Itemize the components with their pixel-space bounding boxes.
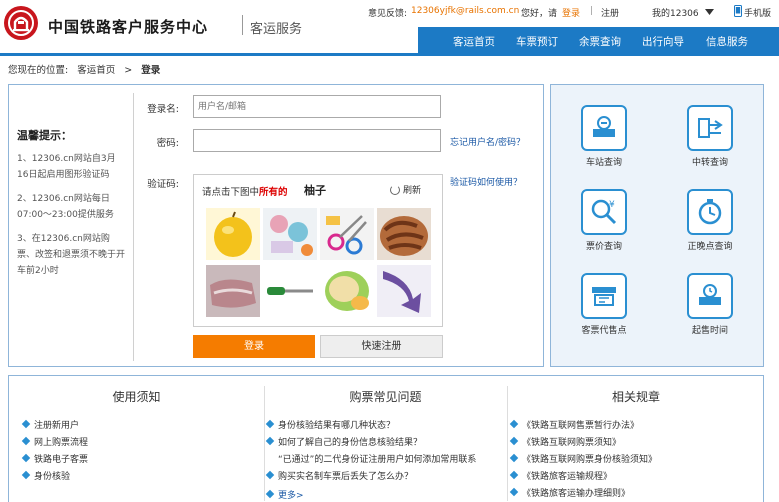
- breadcrumb-arrow: >: [124, 65, 133, 76]
- password-input[interactable]: [193, 129, 441, 152]
- station-icon: [581, 105, 627, 151]
- railway-logo-icon[interactable]: [4, 6, 38, 40]
- captcha-label: 验证码:: [147, 179, 179, 190]
- craft-items-image[interactable]: [263, 208, 317, 260]
- nav-item-travel-guide[interactable]: 出行向导: [642, 34, 684, 49]
- captcha-prompt-text: 请点击下图中: [202, 187, 260, 198]
- mobile-icon[interactable]: [734, 5, 742, 20]
- password-label: 密码:: [156, 138, 179, 149]
- shrimp-dish-image[interactable]: [377, 208, 431, 260]
- faq-item[interactable]: “已通过”的二代身份证注册用户如何添加常用联系: [278, 452, 476, 465]
- quick-register-button[interactable]: 快速注册: [320, 335, 443, 358]
- mobile-version-link[interactable]: 手机版: [744, 6, 771, 19]
- tip-item-3: 3、在12306.cn网站购票、改签和退票须不晚于开车前2小时: [17, 234, 126, 276]
- breadcrumb: 您现在的位置: 客运首页 > 登录: [8, 62, 160, 76]
- service-ticket-agent[interactable]: 客票代售点: [564, 273, 644, 345]
- link-purchase-flow[interactable]: 网上购票流程: [23, 435, 88, 448]
- sale-time-icon: [687, 273, 733, 319]
- services-panel: 车站查询 中转查询 ¥ 票价查询 正晚点查询 客票代售点 起售时间: [550, 84, 764, 367]
- transfer-icon: [687, 105, 733, 151]
- register-link[interactable]: 注册: [601, 6, 619, 19]
- regulation-item[interactable]: 《铁路互联网售票暂行办法》: [511, 418, 639, 431]
- nav-item-home[interactable]: 客运首页: [453, 34, 495, 49]
- service-label: 中转查询: [691, 158, 728, 168]
- svg-text:¥: ¥: [609, 200, 615, 210]
- login-button[interactable]: 登录: [193, 335, 315, 358]
- header: 中国铁路客户服务中心 客运服务 意见反馈: 12306yjfk@rails.co…: [0, 0, 779, 55]
- service-label: 客票代售点: [581, 326, 627, 336]
- captcha-prompt: 请点击下图中所有的: [202, 184, 288, 198]
- service-fare-query[interactable]: ¥ 票价查询: [564, 189, 644, 261]
- tip-item-1: 1、12306.cn网站自3月16日起启用图形验证码: [17, 154, 116, 180]
- clock-icon: [687, 189, 733, 235]
- nav-item-remaining-tickets[interactable]: 余票查询: [579, 34, 621, 49]
- username-input[interactable]: [193, 95, 441, 118]
- tips-title: 温馨提示：: [17, 129, 72, 142]
- captcha-prompt-emphasis: 所有的: [259, 187, 288, 198]
- link-register-new-user[interactable]: 注册新用户: [23, 418, 79, 431]
- service-label: 正晚点查询: [687, 242, 733, 252]
- service-transfer-query[interactable]: 中转查询: [670, 105, 750, 177]
- meat-image[interactable]: [206, 265, 260, 317]
- breadcrumb-home-link[interactable]: 客运首页: [77, 65, 115, 76]
- pomelo-cut-image[interactable]: [320, 265, 374, 317]
- login-panel: 温馨提示： 1、12306.cn网站自3月16日起启用图形验证码 2、12306…: [8, 84, 544, 367]
- regulation-item[interactable]: 《铁路旅客运输办理细则》: [511, 486, 630, 499]
- captcha-refresh-button[interactable]: 刷新: [390, 183, 421, 196]
- arrow-image[interactable]: [377, 265, 431, 317]
- chevron-down-icon[interactable]: [705, 8, 714, 18]
- username-label: 登录名:: [147, 104, 179, 115]
- col-title-regulations: 相关规章: [611, 390, 660, 404]
- fare-search-icon: ¥: [581, 189, 627, 235]
- faq-more-link[interactable]: 更多>: [267, 488, 304, 501]
- service-delay-query[interactable]: 正晚点查询: [670, 189, 750, 261]
- railway-emblem-icon: [8, 10, 34, 36]
- regulation-item[interactable]: 《铁路互联网购票身份核验须知》: [511, 452, 657, 465]
- site-subtitle: 客运服务: [250, 22, 303, 37]
- service-label: 起售时间: [691, 326, 728, 336]
- link-e-ticket[interactable]: 铁路电子客票: [23, 452, 88, 465]
- service-label: 票价查询: [585, 242, 622, 252]
- service-label: 车站查询: [585, 158, 622, 168]
- login-link[interactable]: 登录: [562, 6, 580, 19]
- title-divider: [242, 15, 243, 35]
- faq-item[interactable]: 如何了解自己的身份信息核验结果？: [267, 435, 422, 448]
- col-title-faq: 购票常见问题: [349, 390, 422, 404]
- tip-item-2: 2、12306.cn网站每日07:00～23:00提供服务: [17, 194, 114, 220]
- faq-item[interactable]: 购买实名制车票后丢失了怎么办？: [267, 469, 413, 482]
- captcha-target-word: 柚子: [304, 184, 326, 197]
- nav-item-ticket-booking[interactable]: 车票预订: [516, 34, 558, 49]
- service-station-query[interactable]: 车站查询: [564, 105, 644, 177]
- breadcrumb-prefix: 您现在的位置:: [8, 65, 69, 76]
- regulation-item[interactable]: 《铁路互联网购票须知》: [511, 435, 621, 448]
- captcha-box: 请点击下图中所有的 柚子 刷新: [193, 174, 443, 327]
- main-navigation: 客运首页 车票预订 余票查询 出行向导 信息服务: [418, 27, 779, 54]
- col-title-usage-notes: 使用须知: [112, 390, 161, 404]
- feedback-email-link[interactable]: 12306yjfk@rails.com.cn: [411, 6, 519, 16]
- faq-item[interactable]: 身份核验结果有哪几种状态？: [267, 418, 395, 431]
- link-identity-check[interactable]: 身份核验: [23, 469, 70, 482]
- link-separator: |: [590, 6, 594, 16]
- captcha-help-link[interactable]: 验证码如何使用？: [450, 175, 522, 188]
- regulation-item[interactable]: 《铁路旅客运输规程》: [511, 469, 612, 482]
- greeting-text: 您好，请: [521, 9, 558, 19]
- ticket-agent-icon: [581, 273, 627, 319]
- pomelo-image[interactable]: [206, 208, 260, 260]
- panel-divider: [133, 93, 134, 361]
- info-panel: 使用须知 注册新用户 网上购票流程 铁路电子客票 身份核验 购票常见问题 身份核…: [8, 375, 764, 502]
- screwdriver-image[interactable]: [263, 265, 317, 317]
- header-rule: [0, 53, 779, 56]
- feedback-label: 意见反馈:: [368, 9, 408, 19]
- top-utility-bar: 意见反馈: 12306yjfk@rails.com.cn 您好，请 登录 | 注…: [359, 5, 779, 20]
- service-sale-time[interactable]: 起售时间: [670, 273, 750, 345]
- breadcrumb-current: 登录: [141, 65, 161, 76]
- refresh-icon: [390, 185, 400, 195]
- forgot-password-link[interactable]: 忘记用户名/密码？: [450, 135, 525, 148]
- refresh-label: 刷新: [403, 186, 422, 196]
- site-title[interactable]: 中国铁路客户服务中心: [48, 16, 208, 37]
- my12306-menu[interactable]: 我的12306: [652, 6, 699, 19]
- nav-item-info-service[interactable]: 信息服务: [706, 34, 748, 49]
- scissors-image[interactable]: [320, 208, 374, 260]
